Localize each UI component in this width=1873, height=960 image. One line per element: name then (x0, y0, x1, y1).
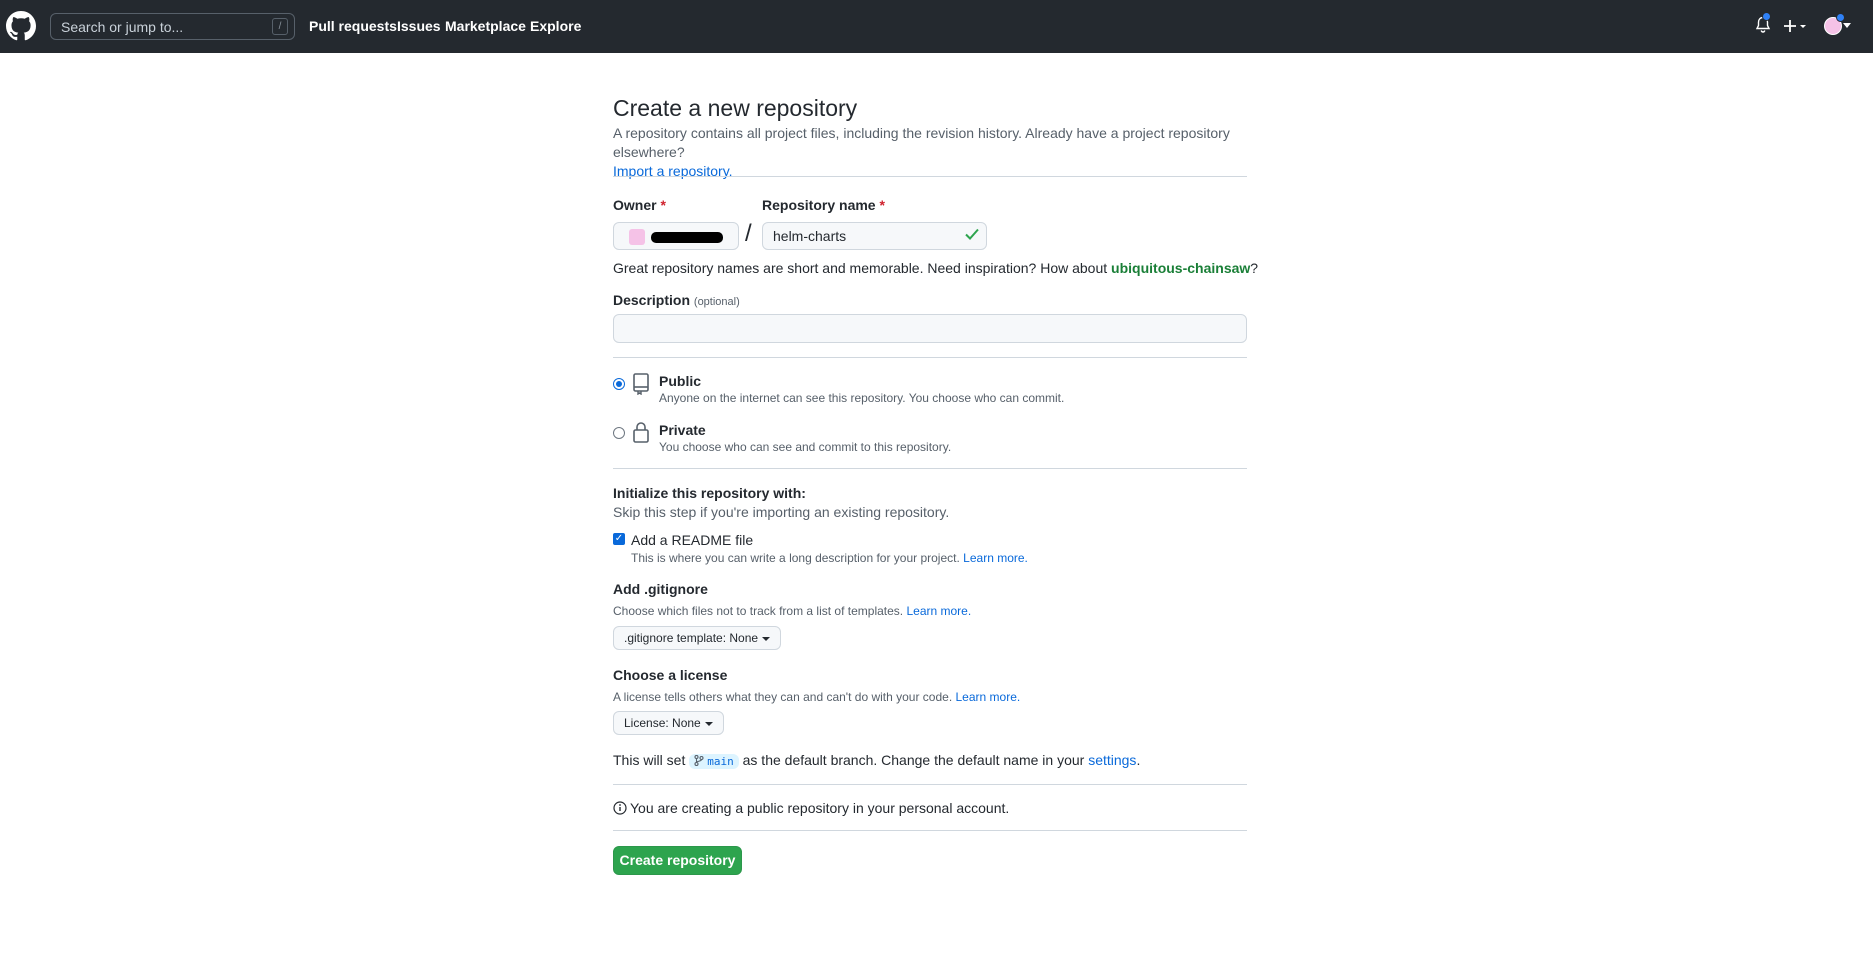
public-repo-info: You are creating a public repository in … (613, 800, 1009, 816)
gitignore-template-dropdown[interactable]: .gitignore template: None (613, 626, 782, 650)
required-mark: * (879, 197, 885, 213)
license-title: Choose a license (613, 667, 728, 683)
subtitle-text: A repository contains all project files,… (613, 125, 1230, 160)
readme-description-text: This is where you can write a long descr… (631, 551, 960, 565)
gitignore-title: Add .gitignore (613, 581, 708, 597)
readme-label: Add a README file (631, 532, 754, 548)
description-label: Description (optional) (613, 292, 740, 308)
branch-name: main (707, 755, 734, 768)
plus-dropdown-icon[interactable] (1784, 19, 1808, 33)
suggested-name-link[interactable]: ubiquitous-chainsaw (1111, 260, 1250, 276)
owner-avatar (629, 229, 645, 245)
caret-down-icon (704, 721, 713, 726)
repo-label-text: Repository name (762, 197, 876, 213)
divider (613, 357, 1247, 358)
create-repository-button[interactable]: Create repository (613, 846, 742, 875)
gitignore-dropdown-label: .gitignore template: None (624, 631, 759, 645)
owner-label-text: Owner (613, 197, 657, 213)
github-logo-icon[interactable] (6, 11, 36, 41)
owner-label: Owner * (613, 197, 666, 213)
hint-suffix: ? (1250, 260, 1259, 276)
license-dropdown-label: License: None (624, 716, 701, 730)
description-label-text: Description (613, 292, 691, 308)
readme-checkbox[interactable]: ✓ (613, 533, 625, 545)
git-branch-icon (694, 754, 704, 767)
divider (613, 176, 1247, 177)
default-branch-text: This will set main as the default branch… (613, 752, 1140, 769)
nav-issues[interactable]: Issues (397, 18, 441, 34)
gitignore-description-text: Choose which files not to track from a l… (613, 604, 904, 618)
divider (613, 830, 1247, 831)
search-input[interactable]: Search or jump to... / (50, 13, 295, 40)
nav-marketplace[interactable]: Marketplace (445, 18, 526, 34)
license-description-text: A license tells others what they can and… (613, 690, 953, 704)
divider (613, 468, 1247, 469)
license-learn-more-link[interactable]: Learn more. (956, 690, 1021, 704)
avatar-status-dot (1836, 13, 1845, 22)
required-mark: * (660, 197, 666, 213)
page-subtitle: A repository contains all project files,… (613, 124, 1253, 181)
owner-select[interactable] (613, 222, 739, 250)
page-title: Create a new repository (613, 95, 858, 121)
license-dropdown[interactable]: License: None (613, 711, 724, 735)
settings-link[interactable]: settings (1088, 752, 1136, 768)
initialize-title: Initialize this repository with: (613, 485, 806, 501)
top-navigation-bar: Search or jump to... / Pull requests Iss… (0, 0, 1873, 53)
branch-end: . (1136, 752, 1141, 768)
private-title: Private (659, 422, 706, 438)
license-description: A license tells others what they can and… (613, 690, 1020, 704)
notification-dot (1762, 12, 1771, 21)
repository-name-label: Repository name * (762, 197, 885, 213)
gitignore-learn-more-link[interactable]: Learn more. (906, 604, 971, 618)
lock-icon (633, 422, 649, 443)
private-description: You choose who can see and commit to thi… (659, 440, 952, 454)
readme-learn-more-link[interactable]: Learn more. (963, 551, 1028, 565)
repository-name-hint: Great repository names are short and mem… (613, 260, 1258, 276)
repo-book-icon (633, 373, 649, 395)
caret-down-icon (762, 636, 771, 641)
public-radio[interactable] (613, 378, 625, 390)
hint-prefix: Great repository names are short and mem… (613, 260, 1112, 276)
initialize-subtitle: Skip this step if you're importing an ex… (613, 504, 950, 520)
branch-prefix: This will set (613, 752, 690, 768)
search-shortcut-key: / (272, 18, 288, 35)
search-placeholder: Search or jump to... (61, 18, 184, 35)
info-icon (613, 801, 627, 815)
description-optional: (optional) (693, 296, 740, 308)
avatar-caret-icon[interactable] (1843, 23, 1851, 29)
public-title: Public (659, 373, 702, 389)
description-input[interactable] (613, 314, 1247, 343)
owner-name-redacted (651, 232, 723, 243)
check-icon (965, 228, 979, 240)
owner-repo-separator: / (745, 220, 752, 247)
nav-pull-requests[interactable]: Pull requests (309, 18, 397, 34)
public-repo-info-text: You are creating a public repository in … (630, 800, 1010, 816)
divider (613, 784, 1247, 785)
gitignore-description: Choose which files not to track from a l… (613, 604, 971, 618)
private-radio[interactable] (613, 427, 625, 439)
public-description: Anyone on the internet can see this repo… (659, 391, 1065, 405)
repository-name-input[interactable]: helm-charts (762, 222, 987, 250)
branch-pill: main (689, 754, 739, 769)
readme-description: This is where you can write a long descr… (631, 551, 1028, 565)
branch-suffix: as the default branch. Change the defaul… (738, 752, 1089, 768)
nav-explore[interactable]: Explore (530, 18, 581, 34)
